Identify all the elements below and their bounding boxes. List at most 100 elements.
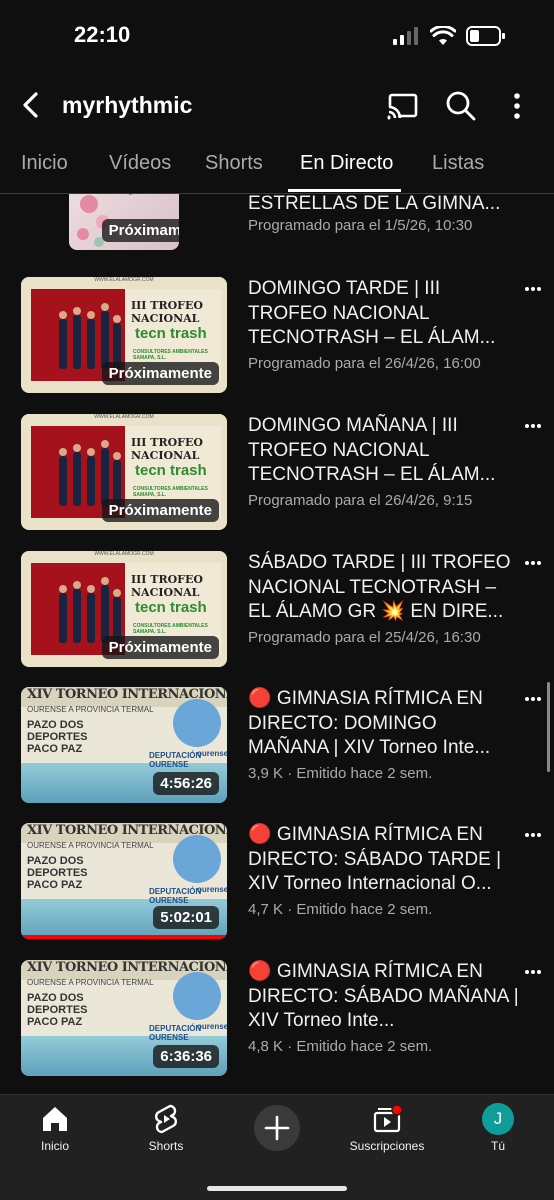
thumbnail-url: WWW.ELALAMOGR.COM — [21, 414, 227, 424]
video-title[interactable]: ESTRELLAS DE LA GIMNA... — [248, 194, 520, 216]
duration-badge: 6:36:36 — [153, 1045, 219, 1068]
video-meta: 3,9 K · Emitido hace 2 sem. — [248, 765, 433, 782]
video-item[interactable]: WWW.ELALAMOGR.COM III TROFEO NACIONAL te… — [0, 551, 554, 671]
nav-label: Tú — [490, 1139, 505, 1153]
video-thumbnail[interactable]: XIV TORNEO INTERNACIONAL OURENSE A PROVI… — [21, 823, 227, 939]
channel-header: myrhythmic — [0, 72, 554, 138]
video-more-icon[interactable] — [524, 551, 542, 575]
thumbnail-url: WWW.ELALAMOGR.COM — [21, 551, 227, 561]
status-icons — [392, 26, 506, 46]
video-item[interactable]: XIV TORNEO INTERNACIONAL OURENSE A PROVI… — [0, 960, 554, 1080]
logo-circle — [173, 972, 221, 1020]
thumbnail-url: WWW.ELALAMOGR.COM — [21, 277, 227, 287]
channel-tabs: Inicio Vídeos Shorts En Directo Listas — [0, 138, 554, 194]
video-title[interactable]: DOMINGO MAÑANA | III TROFEO NACIONAL TEC… — [248, 414, 520, 488]
thumbnail-sponsor-ourense: ourense — [197, 1022, 227, 1031]
video-more-icon[interactable] — [524, 823, 542, 847]
create-plus-icon — [264, 1115, 290, 1141]
video-item[interactable]: XIV TORNEO INTERNACIONAL OURENSE A PROVI… — [0, 687, 554, 807]
nav-tu[interactable]: J Tú — [448, 1103, 548, 1153]
thumbnail-venue: PAZO DOS DEPORTES PACO PAZ — [27, 719, 88, 755]
video-meta: Programado para el 26/4/26, 16:00 — [248, 355, 481, 372]
shorts-icon — [155, 1104, 177, 1134]
video-more-icon[interactable] — [524, 414, 542, 438]
video-title[interactable]: SÁBADO TARDE | III TROFEO NACIONAL TECNO… — [248, 551, 520, 625]
thumbnail-company: CONSULTORES AMBIENTALES SAMAPA, S.L. — [133, 623, 208, 635]
create-button[interactable] — [254, 1105, 300, 1151]
thumbnail-subheading: OURENSE A PROVINCIA TERMAL — [27, 978, 154, 987]
duration-badge: 4:56:26 — [153, 772, 219, 795]
tab-shorts[interactable]: Shorts — [205, 152, 263, 175]
video-thumbnail[interactable]: Próximamente — [69, 194, 179, 250]
thumbnail-heading: III TROFEO NACIONAL — [131, 436, 203, 462]
cast-icon[interactable] — [386, 89, 420, 123]
tab-videos[interactable]: Vídeos — [109, 152, 171, 175]
video-thumbnail[interactable]: WWW.ELALAMOGR.COM III TROFEO NACIONAL te… — [21, 277, 227, 393]
video-title[interactable]: 🔴 GIMNASIA RÍTMICA EN DIRECTO: SÁBADO TA… — [248, 823, 520, 897]
home-indicator[interactable] — [207, 1186, 347, 1191]
thumbnail-company: CONSULTORES AMBIENTALES SAMAPA, S.L. — [133, 486, 208, 498]
upcoming-badge: Próximamente — [101, 499, 219, 522]
tab-listas[interactable]: Listas — [432, 152, 484, 175]
video-more-icon[interactable] — [524, 960, 542, 984]
thumbnail-brand: tecn trash — [135, 325, 207, 342]
video-thumbnail[interactable]: XIV TORNEO INTERNACIONAL OURENSE A PROVI… — [21, 960, 227, 1076]
upcoming-badge: Próximamente — [101, 636, 219, 659]
nav-label: Suscripciones — [349, 1139, 425, 1153]
wifi-icon — [430, 26, 456, 45]
live-video-list: Próximamente ESTRELLAS DE LA GIMNA... Pr… — [0, 194, 554, 1094]
thumbnail-venue: PAZO DOS DEPORTES PACO PAZ — [27, 992, 88, 1028]
thumbnail-company: CONSULTORES AMBIENTALES SAMAPA, S.L. — [133, 349, 208, 361]
nav-inicio[interactable]: Inicio — [5, 1103, 105, 1153]
back-arrow-icon[interactable] — [16, 90, 46, 120]
subscriptions-icon — [373, 1104, 403, 1133]
thumbnail-brand: tecn trash — [135, 599, 207, 616]
more-options-icon[interactable] — [500, 89, 534, 123]
thumbnail-brand: tecn trash — [135, 462, 207, 479]
notification-dot — [391, 1104, 403, 1116]
nav-shorts[interactable]: Shorts — [116, 1103, 216, 1153]
video-thumbnail[interactable]: XIV TORNEO INTERNACIONAL OURENSE A PROVI… — [21, 687, 227, 803]
duration-badge: 5:02:01 — [153, 906, 219, 929]
video-thumbnail[interactable]: WWW.ELALAMOGR.COM III TROFEO NACIONAL te… — [21, 414, 227, 530]
watch-progress-bar — [21, 935, 227, 939]
status-time: 22:10 — [74, 22, 131, 47]
channel-title: myrhythmic — [62, 92, 193, 118]
cellular-signal-icon — [393, 27, 418, 45]
video-more-icon[interactable] — [524, 277, 542, 301]
nav-suscripciones[interactable]: Suscripciones — [337, 1103, 437, 1153]
video-meta: 4,7 K · Emitido hace 2 sem. — [248, 901, 433, 918]
tab-en-directo[interactable]: En Directo — [300, 152, 393, 175]
video-item[interactable]: XIV TORNEO INTERNACIONAL OURENSE A PROVI… — [0, 823, 554, 943]
video-meta: 4,8 K · Emitido hace 2 sem. — [248, 1038, 433, 1055]
video-item[interactable]: Próximamente ESTRELLAS DE LA GIMNA... Pr… — [0, 194, 554, 254]
scrollbar[interactable] — [547, 682, 550, 772]
video-more-icon[interactable] — [524, 687, 542, 711]
nav-label: Inicio — [40, 1139, 69, 1153]
video-title[interactable]: 🔴 GIMNASIA RÍTMICA EN DIRECTO: SÁBADO MA… — [248, 960, 520, 1034]
video-meta: Programado para el 1/5/26, 10:30 — [248, 217, 473, 234]
video-item[interactable]: WWW.ELALAMOGR.COM III TROFEO NACIONAL te… — [0, 414, 554, 534]
thumbnail-sponsor-ourense: ourense — [197, 885, 227, 894]
thumbnail-subheading: OURENSE A PROVINCIA TERMAL — [27, 841, 154, 850]
thumbnail-venue: PAZO DOS DEPORTES PACO PAZ — [27, 855, 88, 891]
video-thumbnail[interactable]: WWW.ELALAMOGR.COM III TROFEO NACIONAL te… — [21, 551, 227, 667]
upcoming-badge: Próximamente — [101, 219, 179, 242]
home-icon — [43, 1107, 67, 1131]
avatar: J — [482, 1103, 514, 1135]
nav-label: Shorts — [148, 1139, 184, 1153]
battery-icon — [466, 26, 505, 46]
video-title[interactable]: DOMINGO TARDE | III TROFEO NACIONAL TECN… — [248, 277, 520, 351]
bottom-navigation: Inicio Shorts Suscripciones J Tú — [0, 1094, 554, 1200]
video-item[interactable]: WWW.ELALAMOGR.COM III TROFEO NACIONAL te… — [0, 277, 554, 397]
thumbnail-sponsor-ourense: ourense — [197, 749, 227, 758]
search-icon[interactable] — [444, 89, 478, 123]
video-meta: Programado para el 25/4/26, 16:30 — [248, 629, 481, 646]
upcoming-badge: Próximamente — [101, 362, 219, 385]
tab-inicio[interactable]: Inicio — [21, 152, 68, 175]
logo-circle — [173, 699, 221, 747]
video-title[interactable]: 🔴 GIMNASIA RÍTMICA EN DIRECTO: DOMINGO M… — [248, 687, 520, 761]
active-tab-indicator — [288, 189, 401, 192]
thumbnail-heading: III TROFEO NACIONAL — [131, 299, 203, 325]
thumbnail-subheading: OURENSE A PROVINCIA TERMAL — [27, 705, 154, 714]
